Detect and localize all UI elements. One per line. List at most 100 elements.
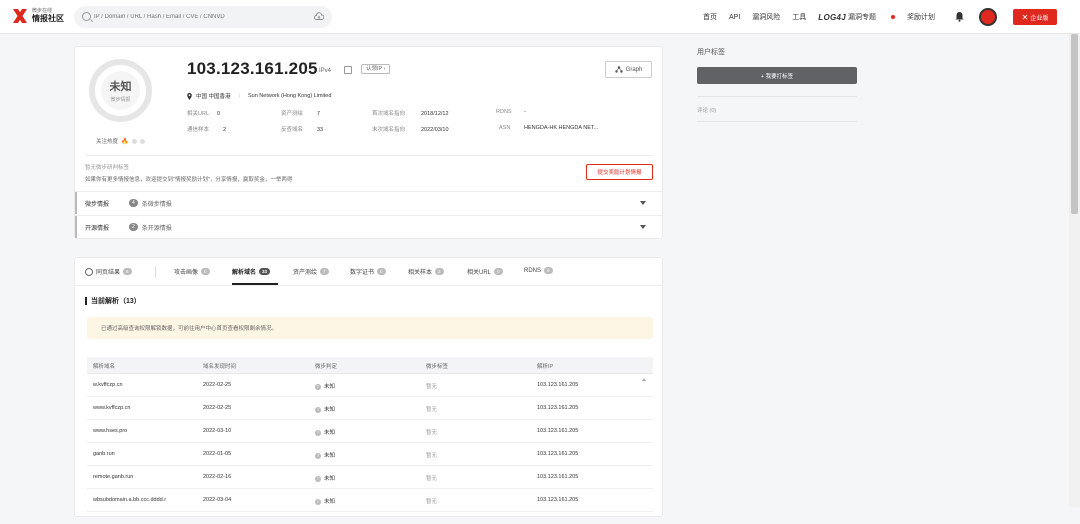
accordion-title: 微步情报: [85, 201, 110, 208]
ip-cell[interactable]: 103.123.161.205: [537, 428, 578, 434]
logo[interactable]: 微步在线 情报社区: [12, 8, 64, 24]
tab-resolved-domains[interactable]: 解析域名 33: [232, 267, 271, 276]
tab-certificates[interactable]: 数字证书 0: [350, 267, 386, 276]
verdict-cell: ? 未知: [315, 405, 335, 413]
nav-home[interactable]: 首页: [703, 12, 717, 22]
accordion-text: 条开源情报: [141, 225, 172, 232]
nav-tools[interactable]: 工具: [792, 12, 806, 22]
column-header: 解析IP: [537, 364, 554, 370]
info-label: 末次域名指向: [372, 127, 406, 133]
accordion-open-source-intel[interactable]: 开源情报 2 条开源情报: [75, 215, 662, 238]
page-scrollbar[interactable]: [1069, 34, 1080, 507]
org-text: Sun Network (Hong Kong) Limited: [247, 93, 332, 99]
tab-same-page[interactable]: 同页结果 6: [85, 267, 132, 276]
comments-count[interactable]: 评论 (0): [697, 106, 716, 114]
active-tab-indicator: [232, 283, 278, 285]
domain-cell[interactable]: www.kvffczp.cn: [93, 405, 131, 411]
ip-cell[interactable]: 103.123.161.205: [537, 405, 578, 411]
ip-cell[interactable]: 103.123.161.205: [537, 451, 578, 457]
table-row: ganb.run 2022-01-05 ? 未知 暂无 103.123.161.2…: [87, 443, 653, 466]
info-label: 首次域名指向: [372, 111, 406, 117]
tab-label: 攻击画像: [174, 270, 199, 276]
bell-icon[interactable]: [955, 11, 964, 22]
info-label: 通信样本: [187, 127, 210, 133]
ip-cell[interactable]: 103.123.161.205: [537, 382, 578, 388]
divider: [85, 155, 654, 156]
tab-badge: 0: [201, 268, 210, 275]
ip-address: 103.123.161.205: [187, 59, 318, 78]
tab-related-url[interactable]: 相关URL 0: [467, 267, 503, 276]
add-tag-button[interactable]: + 我要打标签: [697, 67, 857, 84]
tab-asset-mapping[interactable]: 资产测绘 7: [293, 267, 329, 276]
domain-cell[interactable]: remote.ganb.run: [93, 474, 133, 480]
nav-log4j-label: 漏洞专题: [848, 14, 877, 21]
date-cell: 2022-03-04: [203, 497, 232, 503]
question-icon: ?: [315, 475, 321, 482]
search-input[interactable]: [94, 11, 294, 23]
info-reverse-domains: 反查域名 33: [281, 125, 323, 133]
verdict-cell: ? 未知: [315, 451, 335, 459]
top-navbar: 微步在线 情报社区 首页 API 漏洞风险 工具 LOG4J 漏洞专题 奖励计划…: [0, 0, 1080, 34]
column-header: 微步判定: [315, 364, 338, 370]
claim-ip-button[interactable]: 认领IP ›: [361, 64, 391, 74]
submit-intel-button[interactable]: 提交奖励计划情报: [586, 164, 653, 180]
ip-cell[interactable]: 103.123.161.205: [537, 497, 578, 503]
graph-button[interactable]: Graph: [605, 61, 652, 78]
question-icon: ?: [315, 429, 321, 436]
search-box[interactable]: [74, 6, 332, 28]
domain-cell[interactable]: w.kvffczp.cn: [93, 382, 123, 388]
attention-heat: 关注热度 🔥: [96, 137, 145, 145]
nav-vuln-risk[interactable]: 漏洞风险: [752, 12, 780, 22]
verdict-cell: ? 未知: [315, 497, 335, 505]
nav-log4j-logo[interactable]: LOG4J: [818, 13, 846, 22]
table-row: wbsubdomain.a.bb.ccc.dddd.r 2022-03-04 ?…: [87, 489, 653, 512]
divider: [697, 121, 857, 122]
flame-icon: 🔥: [121, 138, 129, 145]
info-asset: 资产测绘 7: [281, 109, 320, 117]
section-title: 当前解析（13）: [85, 296, 141, 306]
domain-cell[interactable]: wbsubdomain.a.bb.ccc.dddd.r: [93, 497, 166, 503]
domain-cell[interactable]: www.hses.pro: [93, 428, 127, 434]
table-row: www.kvffczp.cn 2022-02-25 ? 未知 暂无 103.123…: [87, 397, 653, 420]
tag-description: 如果你有更多情报信息，欢迎提交到"情报奖励计划"，分享情报，赢取奖金，一举两得: [85, 177, 293, 183]
globe-icon: [85, 267, 93, 276]
info-value[interactable]: 33: [317, 127, 323, 133]
nav-reward[interactable]: 奖励计划: [907, 12, 935, 22]
new-dot-icon: [891, 15, 896, 20]
nav-api[interactable]: API: [729, 14, 740, 21]
tab-related-samples[interactable]: 相关样本 2: [408, 267, 444, 276]
enterprise-button[interactable]: ✕ 企业版: [1013, 9, 1057, 25]
ip-cell[interactable]: 103.123.161.205: [537, 474, 578, 480]
nav-log4j-topic[interactable]: 漏洞专题: [848, 12, 896, 22]
user-avatar[interactable]: [979, 8, 997, 26]
divider: [155, 266, 156, 278]
domain-cell[interactable]: ganb.run: [93, 451, 115, 457]
heat-dot: [131, 138, 137, 144]
notice-banner: 已通过高级查询权限解锁数据，可前往用户中心首页查看权限剩余情况。: [87, 317, 653, 339]
info-value[interactable]: 2: [223, 127, 226, 133]
user-tags-title: 用户标签: [697, 49, 725, 56]
date-cell: 2022-02-25: [203, 382, 232, 388]
tab-attack-profile[interactable]: 攻击画像 0: [174, 267, 210, 276]
date-cell: 2022-02-25: [203, 405, 232, 411]
tab-label: RDNS: [524, 267, 542, 274]
info-value[interactable]: 0: [217, 111, 220, 117]
tab-rdns[interactable]: RDNS 0: [524, 267, 553, 274]
copy-icon[interactable]: [344, 66, 352, 74]
claim-ip-label: 认领IP: [366, 66, 383, 72]
date-cell: 2022-02-16: [203, 474, 232, 480]
caret-down-icon: [640, 225, 646, 229]
info-value[interactable]: 7: [317, 111, 320, 117]
accordion-threatbook-intel[interactable]: 微步情报 4 条微步情报: [75, 191, 662, 214]
table-row: remote.ganb.run 2022-02-16 ? 未知 暂无 103.12…: [87, 466, 653, 489]
count-badge: 2: [129, 223, 138, 231]
info-label: 资产测绘: [281, 111, 304, 117]
tab-badge: 0: [544, 267, 553, 274]
tab-label: 数字证书: [350, 270, 375, 276]
info-value: 2018/12/12: [421, 111, 449, 117]
accordion-title: 开源情报: [85, 225, 110, 232]
heat-label: 关注热度: [96, 139, 119, 145]
scrollbar-thumb[interactable]: [1071, 34, 1078, 214]
cloud-upload-icon[interactable]: [314, 12, 324, 21]
tag-cell: 暂无: [426, 453, 438, 459]
